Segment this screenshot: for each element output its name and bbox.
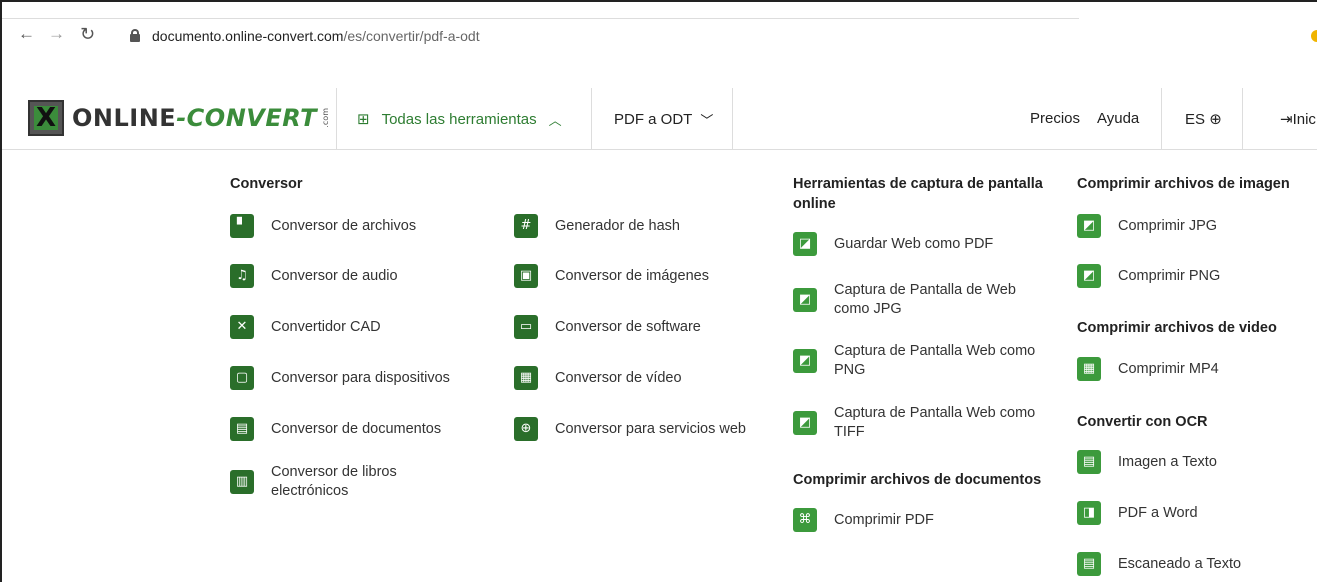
chevron-up-icon: ︿ [548, 112, 562, 128]
pdf-to-odt-dropdown[interactable]: PDF a ODT ﹀ [593, 88, 733, 150]
menu-item-save-web-pdf[interactable]: ◪ Guardar Web como PDF [793, 224, 993, 264]
forward-icon[interactable]: → [48, 24, 65, 44]
menu-item-screenshot-png[interactable]: ◩ Captura de Pantalla Web como PNG [793, 341, 1044, 381]
divider [1161, 88, 1162, 150]
monitor-icon: ▭ [514, 315, 538, 339]
document-icon: ▤ [230, 417, 254, 441]
menu-item-document-converter[interactable]: ▤ Conversor de documentos [230, 409, 441, 449]
menu-item-scan-to-text[interactable]: ▤ Escaneado a Texto [1077, 544, 1241, 582]
menu-item-compress-png[interactable]: ◩ Comprimir PNG [1077, 256, 1220, 296]
menu-item-software-converter[interactable]: ▭ Conversor de software [514, 307, 701, 347]
browser-window: ← → ↻ documento.online-convert.com/es/co… [0, 0, 1317, 582]
document-icon: ▤ [1077, 450, 1101, 474]
login-icon: ⇥ [1280, 111, 1293, 128]
browser-toolbar: ← → ↻ documento.online-convert.com/es/co… [2, 2, 1317, 88]
compress-video-title: Comprimir archivos de video [1077, 320, 1277, 336]
conversor-title: Conversor [230, 176, 303, 192]
hash-icon: # [514, 214, 538, 238]
url-text[interactable]: documento.online-convert.com/es/converti… [152, 28, 480, 44]
address-bar[interactable]: documento.online-convert.com/es/converti… [112, 22, 1082, 50]
film-icon: ▦ [514, 366, 538, 390]
divider [1242, 88, 1243, 150]
lock-icon[interactable] [130, 29, 140, 42]
logo-com: .com [321, 108, 331, 128]
menu-item-image-converter[interactable]: ▣ Conversor de imágenes [514, 256, 709, 296]
image-file-icon: ◩ [1077, 264, 1101, 288]
menu-item-compress-mp4[interactable]: ▦ Comprimir MP4 [1077, 349, 1219, 389]
books-icon: ▥ [230, 470, 254, 494]
menu-item-cad-converter[interactable]: ✕ Convertidor CAD [230, 307, 381, 347]
chevron-down-icon: ﹀ [700, 112, 714, 128]
all-tools-button[interactable]: ⊞ Todas las herramientas ︿ [336, 88, 592, 150]
menu-item-audio-converter[interactable]: ♫ Conversor de audio [230, 256, 398, 296]
menu-item-compress-jpg[interactable]: ◩ Comprimir JPG [1077, 206, 1217, 246]
file-icon: ▘ [230, 214, 254, 238]
reload-icon[interactable]: ↻ [80, 24, 95, 44]
document-icon: ▤ [1077, 552, 1101, 576]
image-file-icon: ◩ [793, 411, 817, 435]
tablet-icon: ▢ [230, 366, 254, 390]
film-icon: ▦ [1077, 357, 1101, 381]
menu-item-screenshot-tiff[interactable]: ◩ Captura de Pantalla Web como TIFF [793, 403, 1044, 443]
globe-icon: ⊕ [1209, 111, 1222, 128]
menu-item-pdf-to-word[interactable]: ◨ PDF a Word [1077, 493, 1198, 533]
logo-wordmark: ONLINE-CONVERT [72, 104, 318, 132]
image-file-icon: ◩ [793, 288, 817, 312]
help-link[interactable]: Ayuda [1097, 110, 1139, 127]
tab-strip-line [2, 18, 1079, 19]
logo-icon: X [28, 100, 64, 136]
menu-item-file-converter[interactable]: ▘ Conversor de archivos [230, 206, 416, 246]
compress-images-title: Comprimir archivos de imagen [1077, 176, 1290, 192]
extension-icon[interactable] [1311, 30, 1317, 42]
music-note-icon: ♫ [230, 264, 254, 288]
compress-icon: ⌘ [793, 508, 817, 532]
image-icon: ▣ [514, 264, 538, 288]
site-logo[interactable]: X ONLINE-CONVERT .com [28, 98, 330, 138]
menu-item-device-converter[interactable]: ▢ Conversor para dispositivos [230, 358, 450, 398]
all-tools-label: Todas las herramientas [381, 110, 537, 128]
menu-item-video-converter[interactable]: ▦ Conversor de vídeo [514, 358, 682, 398]
image-file-icon: ◩ [1077, 214, 1101, 238]
menu-item-image-to-text[interactable]: ▤ Imagen a Texto [1077, 442, 1217, 482]
language-selector[interactable]: ES ⊕ [1185, 110, 1222, 128]
globe-icon: ⊕ [514, 417, 538, 441]
menu-item-compress-pdf[interactable]: ⌘ Comprimir PDF [793, 500, 934, 540]
ocr-title: Convertir con OCR [1077, 414, 1208, 430]
menu-item-ebook-converter[interactable]: ▥ Conversor de libros electrónicos [230, 462, 441, 502]
grid-icon: ⊞ [357, 111, 370, 128]
pdf-to-odt-label: PDF a ODT [614, 110, 693, 128]
pricing-link[interactable]: Precios [1030, 110, 1080, 127]
menu-item-screenshot-jpg[interactable]: ◩ Captura de Pantalla de Web como JPG [793, 280, 1044, 320]
back-icon[interactable]: ← [18, 24, 35, 44]
image-file-icon: ◩ [793, 349, 817, 373]
compress-documents-title: Comprimir archivos de documentos [793, 472, 1042, 488]
word-file-icon: ◨ [1077, 501, 1101, 525]
menu-item-webservice-converter[interactable]: ⊕ Conversor para servicios web [514, 409, 746, 449]
pdf-file-icon: ◪ [793, 232, 817, 256]
tools-mega-menu: Conversor ▘ Conversor de archivos ♫ Conv… [2, 150, 1317, 582]
login-link[interactable]: ⇥Inic [1280, 110, 1316, 128]
screenshot-tools-title: Herramientas de captura de pantalla onli… [793, 176, 1043, 212]
cad-tools-icon: ✕ [230, 315, 254, 339]
site-header: X ONLINE-CONVERT .com ⊞ Todas las herram… [2, 88, 1317, 150]
menu-item-hash-generator[interactable]: # Generador de hash [514, 206, 680, 246]
